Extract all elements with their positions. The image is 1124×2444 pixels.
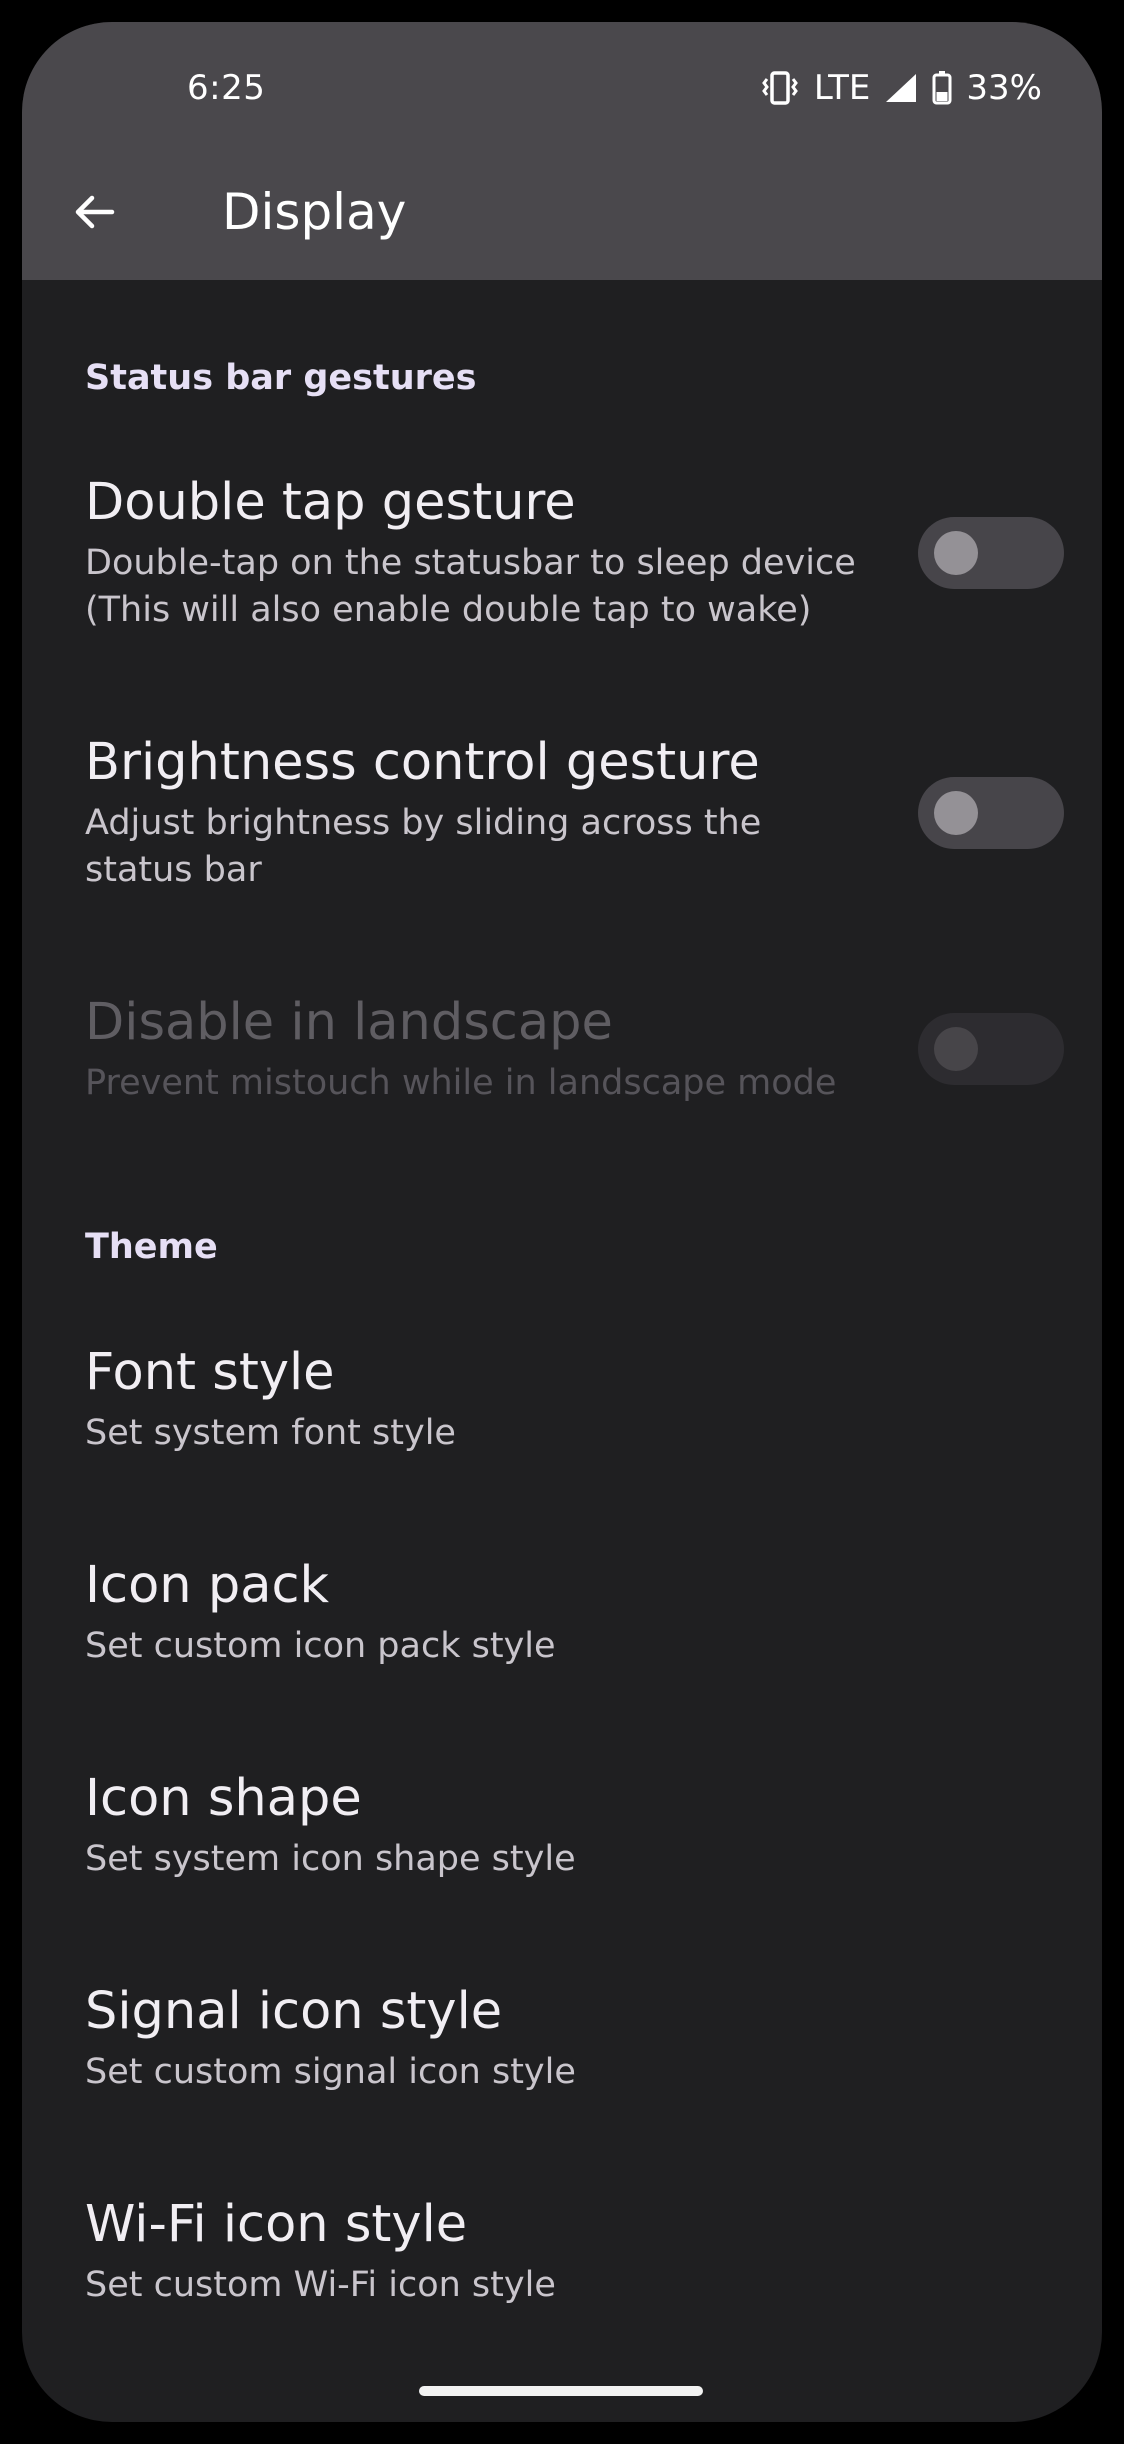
setting-wifi-icon-style[interactable]: Wi-Fi icon style Set custom Wi-Fi icon s… — [85, 2194, 1085, 2309]
setting-title: Icon pack — [85, 1556, 330, 1615]
double-tap-toggle[interactable] — [918, 517, 1064, 589]
arrow-back-icon — [75, 195, 115, 229]
setting-icon-pack[interactable]: Icon pack Set custom icon pack style — [85, 1555, 1085, 1670]
setting-font-style[interactable]: Font style Set system font style — [85, 1342, 1085, 1457]
signal-icon — [884, 72, 918, 104]
setting-signal-icon-style[interactable]: Signal icon style Set custom signal icon… — [85, 1981, 1085, 2096]
section-header-theme: Theme — [85, 1227, 218, 1267]
setting-summary: Set custom signal icon style — [85, 2052, 576, 2092]
setting-summary: Set system icon shape style — [85, 1839, 576, 1879]
gesture-home-bar[interactable] — [419, 2386, 703, 2396]
setting-title: Icon shape — [85, 1769, 362, 1828]
setting-summary: Set custom icon pack style — [85, 1626, 556, 1666]
toggle-thumb — [934, 531, 978, 575]
network-type: LTE — [813, 68, 871, 108]
setting-summary: Double-tap on the statusbar to sleep dev… — [85, 543, 856, 630]
phone-screen: 6:25 LTE 33% Display Status bar gestures… — [22, 22, 1102, 2422]
setting-summary: Adjust brightness by sliding across the … — [85, 803, 762, 890]
setting-summary: Set custom Wi-Fi icon style — [85, 2265, 556, 2305]
setting-title: Font style — [85, 1343, 335, 1402]
back-button[interactable] — [62, 180, 126, 244]
battery-icon — [932, 71, 952, 105]
landscape-toggle — [918, 1013, 1064, 1085]
setting-summary: Prevent mistouch while in landscape mode — [85, 1063, 837, 1103]
setting-title: Signal icon style — [85, 1982, 503, 2041]
toggle-thumb — [934, 1027, 978, 1071]
status-icons: LTE 33% — [760, 66, 1042, 110]
status-time: 6:25 — [187, 68, 266, 108]
app-bar: 6:25 LTE 33% Display — [22, 22, 1102, 280]
brightness-toggle[interactable] — [918, 777, 1064, 849]
vibrate-icon — [760, 70, 800, 106]
battery-percent: 33% — [966, 68, 1042, 108]
setting-icon-shape[interactable]: Icon shape Set system icon shape style — [85, 1768, 1085, 1883]
page-title: Display — [222, 183, 407, 241]
section-header-status-bar-gestures: Status bar gestures — [85, 358, 477, 398]
setting-title: Wi-Fi icon style — [85, 2195, 468, 2254]
toggle-thumb — [934, 791, 978, 835]
setting-summary: Set system font style — [85, 1413, 456, 1453]
